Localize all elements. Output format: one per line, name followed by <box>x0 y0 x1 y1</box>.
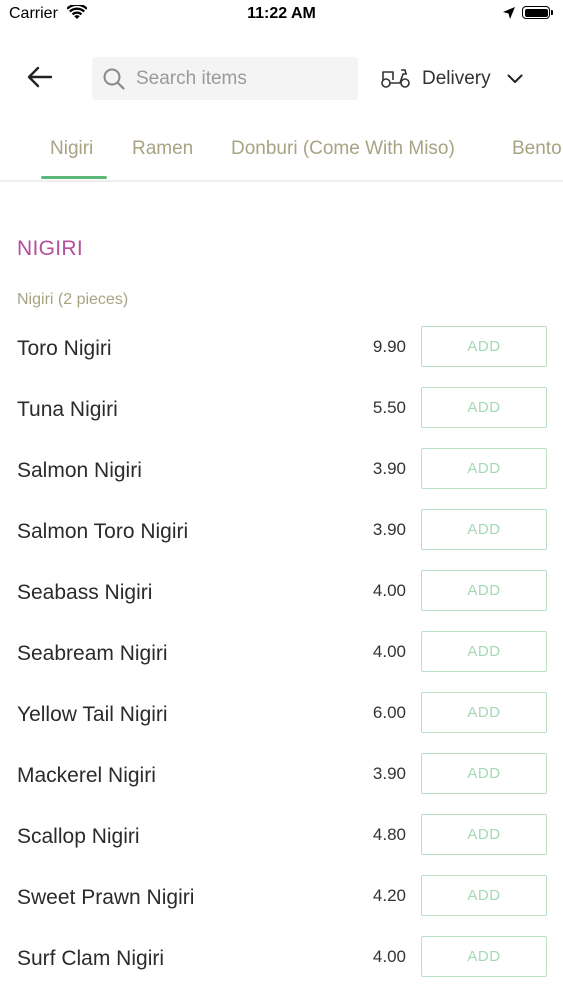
menu-item-row: Tuna Nigiri 5.50 ADD <box>0 387 563 448</box>
status-bar: Carrier 11:22 AM <box>0 0 563 30</box>
scooter-icon <box>380 65 412 94</box>
battery-cap <box>551 10 553 15</box>
back-arrow-icon <box>27 66 53 93</box>
status-time: 11:22 AM <box>247 5 316 22</box>
add-button[interactable]: ADD <box>421 875 547 916</box>
item-price: 4.20 <box>372 886 406 905</box>
menu-item-row: Sweet Prawn Nigiri 4.20 ADD <box>0 875 563 936</box>
item-name: Toro Nigiri <box>17 337 112 360</box>
search-bar[interactable] <box>92 57 358 100</box>
search-input[interactable] <box>134 66 338 91</box>
menu-item-row: Seabream Nigiri 4.00 ADD <box>0 631 563 692</box>
item-name: Yellow Tail Nigiri <box>17 703 168 726</box>
item-name: Surf Clam Nigiri <box>17 947 165 970</box>
menu-item-row: Salmon Nigiri 3.90 ADD <box>0 448 563 509</box>
active-tab-indicator <box>41 176 107 179</box>
section-title: NIGIRI <box>17 237 83 260</box>
item-price: 3.90 <box>372 764 406 783</box>
menu-item-row: Surf Clam Nigiri 4.00 ADD <box>0 936 563 997</box>
item-name: Tuna Nigiri <box>17 398 118 421</box>
section-subtitle: Nigiri (2 pieces) <box>17 291 129 308</box>
delivery-label: Delivery <box>422 68 491 89</box>
item-price: 3.90 <box>372 520 406 539</box>
item-name: Salmon Nigiri <box>17 459 142 482</box>
tab-donburi[interactable]: Donburi (Come With Miso) <box>231 138 455 160</box>
location-arrow-icon <box>502 6 516 25</box>
tab-ramen[interactable]: Ramen <box>132 138 193 160</box>
item-price: 4.00 <box>372 642 406 661</box>
category-tabs: Nigiri Ramen Donburi (Come With Miso) Be… <box>0 128 563 182</box>
menu-item-row: Toro Nigiri 9.90 ADD <box>0 326 563 387</box>
menu-item-row: Yellow Tail Nigiri 6.00 ADD <box>0 692 563 753</box>
item-price: 4.00 <box>372 581 406 600</box>
item-price: 6.00 <box>372 703 406 722</box>
item-name: Seabass Nigiri <box>17 581 153 604</box>
menu-item-row: Mackerel Nigiri 3.90 ADD <box>0 753 563 814</box>
add-button[interactable]: ADD <box>421 387 547 428</box>
item-name: Sweet Prawn Nigiri <box>17 886 195 909</box>
item-price: 5.50 <box>372 398 406 417</box>
item-price: 4.80 <box>372 825 406 844</box>
item-price: 4.00 <box>372 947 406 966</box>
menu-item-row: Scallop Nigiri 4.80 ADD <box>0 814 563 875</box>
chevron-down-icon <box>507 74 523 84</box>
add-button[interactable]: ADD <box>421 692 547 733</box>
item-price: 3.90 <box>372 459 406 478</box>
add-button[interactable]: ADD <box>421 448 547 489</box>
tab-bento[interactable]: Bento <box>512 138 562 160</box>
item-name: Salmon Toro Nigiri <box>17 520 189 543</box>
item-name: Seabream Nigiri <box>17 642 168 665</box>
add-button[interactable]: ADD <box>421 326 547 367</box>
battery-icon <box>522 6 550 19</box>
item-name: Scallop Nigiri <box>17 825 140 848</box>
search-icon <box>102 67 126 91</box>
delivery-selector[interactable]: Delivery <box>380 60 540 98</box>
tab-nigiri[interactable]: Nigiri <box>50 138 93 160</box>
add-button[interactable]: ADD <box>421 570 547 611</box>
back-button[interactable] <box>22 60 58 98</box>
menu-item-row: Salmon Toro Nigiri 3.90 ADD <box>0 509 563 570</box>
item-price: 9.90 <box>372 337 406 356</box>
menu-item-row: Seabass Nigiri 4.00 ADD <box>0 570 563 631</box>
add-button[interactable]: ADD <box>421 936 547 977</box>
add-button[interactable]: ADD <box>421 814 547 855</box>
add-button[interactable]: ADD <box>421 753 547 794</box>
item-name: Mackerel Nigiri <box>17 764 156 787</box>
add-button[interactable]: ADD <box>421 509 547 550</box>
add-button[interactable]: ADD <box>421 631 547 672</box>
